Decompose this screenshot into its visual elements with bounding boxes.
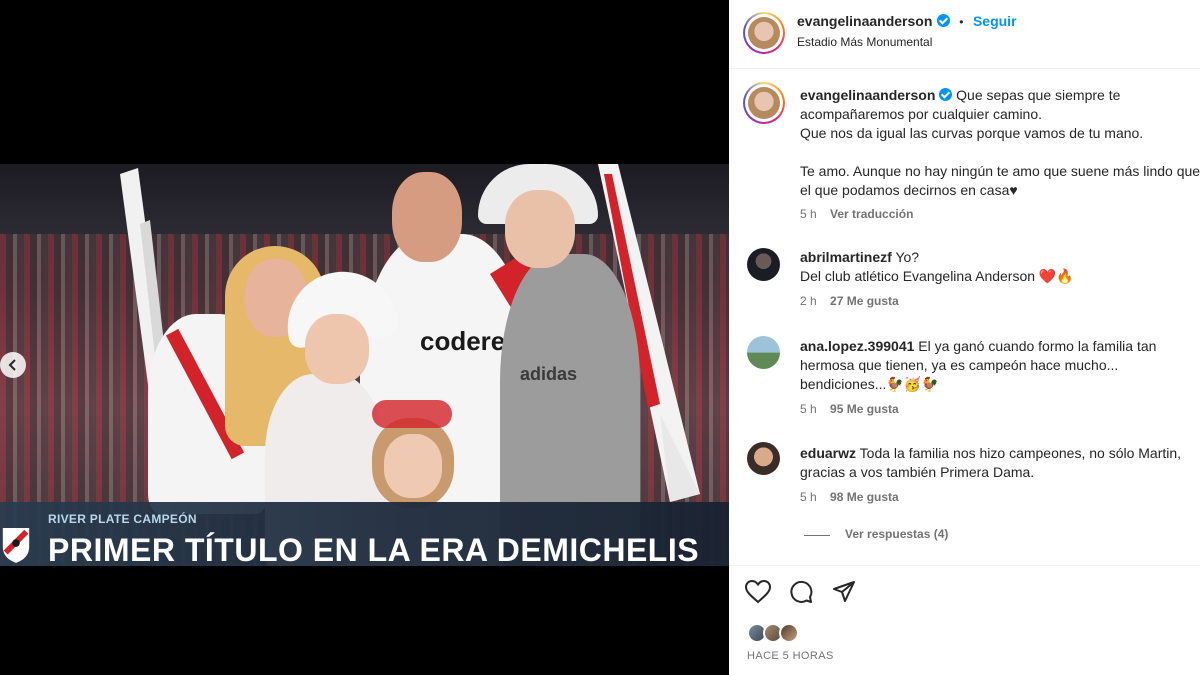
- caption-line: el que podamos decirnos en casa♥: [800, 182, 1018, 198]
- post-photo[interactable]: codere adidas: [0, 164, 729, 566]
- commenter-username[interactable]: abrilmartinezf: [800, 249, 892, 265]
- comment-text: bendiciones...🐓🥳🐓: [800, 376, 939, 392]
- comment-time[interactable]: 2 h: [800, 294, 817, 308]
- commenter-avatar[interactable]: [747, 248, 780, 281]
- post-header: evangelinaanderson • Seguir Estadio Más …: [729, 0, 1200, 69]
- verified-badge-icon: [939, 88, 953, 101]
- commenter-avatar[interactable]: [747, 336, 780, 369]
- comment-likes[interactable]: 95 Me gusta: [830, 402, 899, 416]
- location-link[interactable]: Estadio Más Monumental: [797, 35, 932, 49]
- caption-time[interactable]: 5 h: [800, 207, 817, 221]
- header-separator: •: [959, 15, 964, 29]
- author-username[interactable]: evangelinaanderson: [797, 13, 932, 29]
- caption-username[interactable]: evangelinaanderson: [800, 87, 935, 103]
- caption-line: acompañaremos por cualquier camino.: [800, 106, 1043, 122]
- chevron-left-icon: [8, 359, 16, 371]
- replies-divider: [804, 535, 830, 536]
- commenter-username[interactable]: ana.lopez.399041: [800, 338, 914, 354]
- caption-line: Te amo. Aunque no hay ningún te amo que …: [800, 163, 1200, 179]
- comment-likes[interactable]: 27 Me gusta: [830, 294, 899, 308]
- commenter-username[interactable]: eduarwz: [800, 445, 856, 461]
- heart-icon[interactable]: [745, 580, 771, 604]
- comment-time[interactable]: 5 h: [800, 402, 817, 416]
- river-plate-crest-icon: [2, 528, 30, 563]
- comment-time[interactable]: 5 h: [800, 490, 817, 504]
- caption-line: Que sepas que siempre te: [956, 87, 1121, 103]
- commenter-avatar[interactable]: [747, 442, 780, 475]
- shirt-sponsor-text: codere: [420, 326, 506, 356]
- post-time-ago[interactable]: HACE 5 HORAS: [747, 650, 834, 662]
- comment-text: Del club atlético Evangelina Anderson ❤️…: [800, 268, 1074, 284]
- comment-text: El ya ganó cuando formo la familia tan: [918, 338, 1157, 354]
- view-replies-link[interactable]: Ver respuestas (4): [845, 527, 948, 541]
- caption-line: Que nos da igual las curvas porque vamos…: [800, 125, 1144, 141]
- jacket-brand-text: adidas: [520, 364, 578, 384]
- chyron-title: PRIMER TÍTULO EN LA ERA DEMICHELIS: [48, 532, 700, 568]
- comment-icon[interactable]: [789, 580, 813, 604]
- comment-text: Yo?: [895, 249, 920, 265]
- translate-link[interactable]: Ver traducción: [830, 207, 913, 221]
- previous-slide-button[interactable]: [0, 352, 26, 378]
- follow-button[interactable]: Seguir: [973, 13, 1017, 29]
- share-icon[interactable]: [832, 580, 856, 604]
- post-media: codere adidas RIVER PLATE CAMPEÓN PRIMER…: [0, 0, 729, 675]
- caption-avatar[interactable]: [743, 82, 785, 124]
- author-avatar[interactable]: [743, 12, 785, 54]
- verified-badge-icon: [936, 14, 950, 27]
- chyron-kicker: RIVER PLATE CAMPEÓN: [48, 512, 197, 526]
- post-sidebar: evangelinaanderson • Seguir Estadio Más …: [729, 0, 1200, 675]
- comment-text: Toda la familia nos hizo campeones, no s…: [859, 445, 1182, 461]
- comment-likes[interactable]: 98 Me gusta: [830, 490, 899, 504]
- comment-text: gracias a vos también Primera Dama.: [800, 464, 1035, 480]
- instagram-post-view: codere adidas RIVER PLATE CAMPEÓN PRIMER…: [0, 0, 1200, 675]
- comment-text: hermosa que tienen, ya es campeón hace m…: [800, 357, 1119, 373]
- post-actions: HACE 5 HORAS: [729, 565, 1200, 675]
